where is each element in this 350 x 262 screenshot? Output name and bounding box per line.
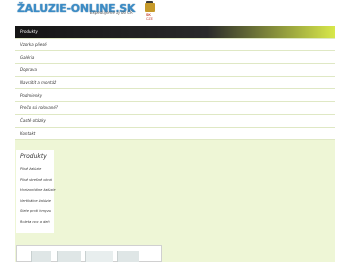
- nav-item-label: Podmienky: [20, 92, 43, 98]
- nav-item-galeria[interactable]: Galéria: [15, 51, 335, 65]
- blind-panel: [85, 251, 113, 262]
- nav-item-label: Navrátit a montáž: [20, 80, 57, 86]
- header-tagline: Expedujeme aj do ČR: [90, 10, 133, 15]
- nav-item-podmienky[interactable]: Podmienky: [15, 89, 335, 103]
- nav-item-label: Vzorka pliesé: [20, 42, 47, 48]
- nav-item-montaz[interactable]: Navrátit a montáž: [15, 76, 335, 90]
- nav-item-label: Kontakt: [20, 130, 36, 136]
- country-badge-cze[interactable]: CZE: [146, 17, 153, 21]
- product-link[interactable]: Plisé žalúzie: [20, 167, 56, 178]
- nav-item-vzorka[interactable]: Vzorka pliesé: [15, 38, 335, 52]
- product-link[interactable]: Roleta noc a deň: [20, 220, 56, 231]
- nav-item-otazky[interactable]: Časté otázky: [15, 114, 335, 128]
- main-navigation: Produkty Vzorka pliesé Galéria Doprava N…: [15, 26, 335, 141]
- product-link[interactable]: Vertikálne žalúzie: [20, 199, 56, 210]
- products-sidebar-title: Produkty: [20, 153, 47, 160]
- site-header: ŽALUZIE-ONLINE.SK Expedujeme aj do ČR SK…: [0, 0, 350, 24]
- product-link[interactable]: Plisé strešné okná: [20, 178, 56, 189]
- nav-item-produkty[interactable]: Produkty: [15, 26, 335, 39]
- page: ŽALUZIE-ONLINE.SK Expedujeme aj do ČR SK…: [0, 0, 350, 262]
- products-sidebar: Produkty Plisé žalúzie Plisé strešné okn…: [16, 150, 56, 233]
- nav-item-label: Časté otázky: [20, 118, 46, 124]
- country-badge-icon[interactable]: [145, 3, 155, 12]
- nav-item-label: Prečo sú rolované?: [20, 105, 58, 111]
- products-list: Plisé žalúzie Plisé strešné okná Horizon…: [20, 167, 56, 230]
- nav-item-label: Doprava: [20, 67, 37, 73]
- nav-item-label: Produkty: [20, 29, 38, 35]
- nav-item-label: Galéria: [20, 54, 35, 60]
- nav-item-kontakt[interactable]: Kontakt: [15, 127, 335, 141]
- product-image[interactable]: [16, 245, 162, 262]
- nav-item-doprava[interactable]: Doprava: [15, 64, 335, 77]
- blind-panel: [117, 251, 139, 262]
- product-link[interactable]: Siete proti hmyzu: [20, 209, 56, 220]
- product-link[interactable]: Horizontálne žalúzie: [20, 188, 56, 199]
- blind-panel: [31, 251, 51, 262]
- blind-panel: [57, 251, 81, 262]
- nav-item-preco[interactable]: Prečo sú rolované?: [15, 102, 335, 115]
